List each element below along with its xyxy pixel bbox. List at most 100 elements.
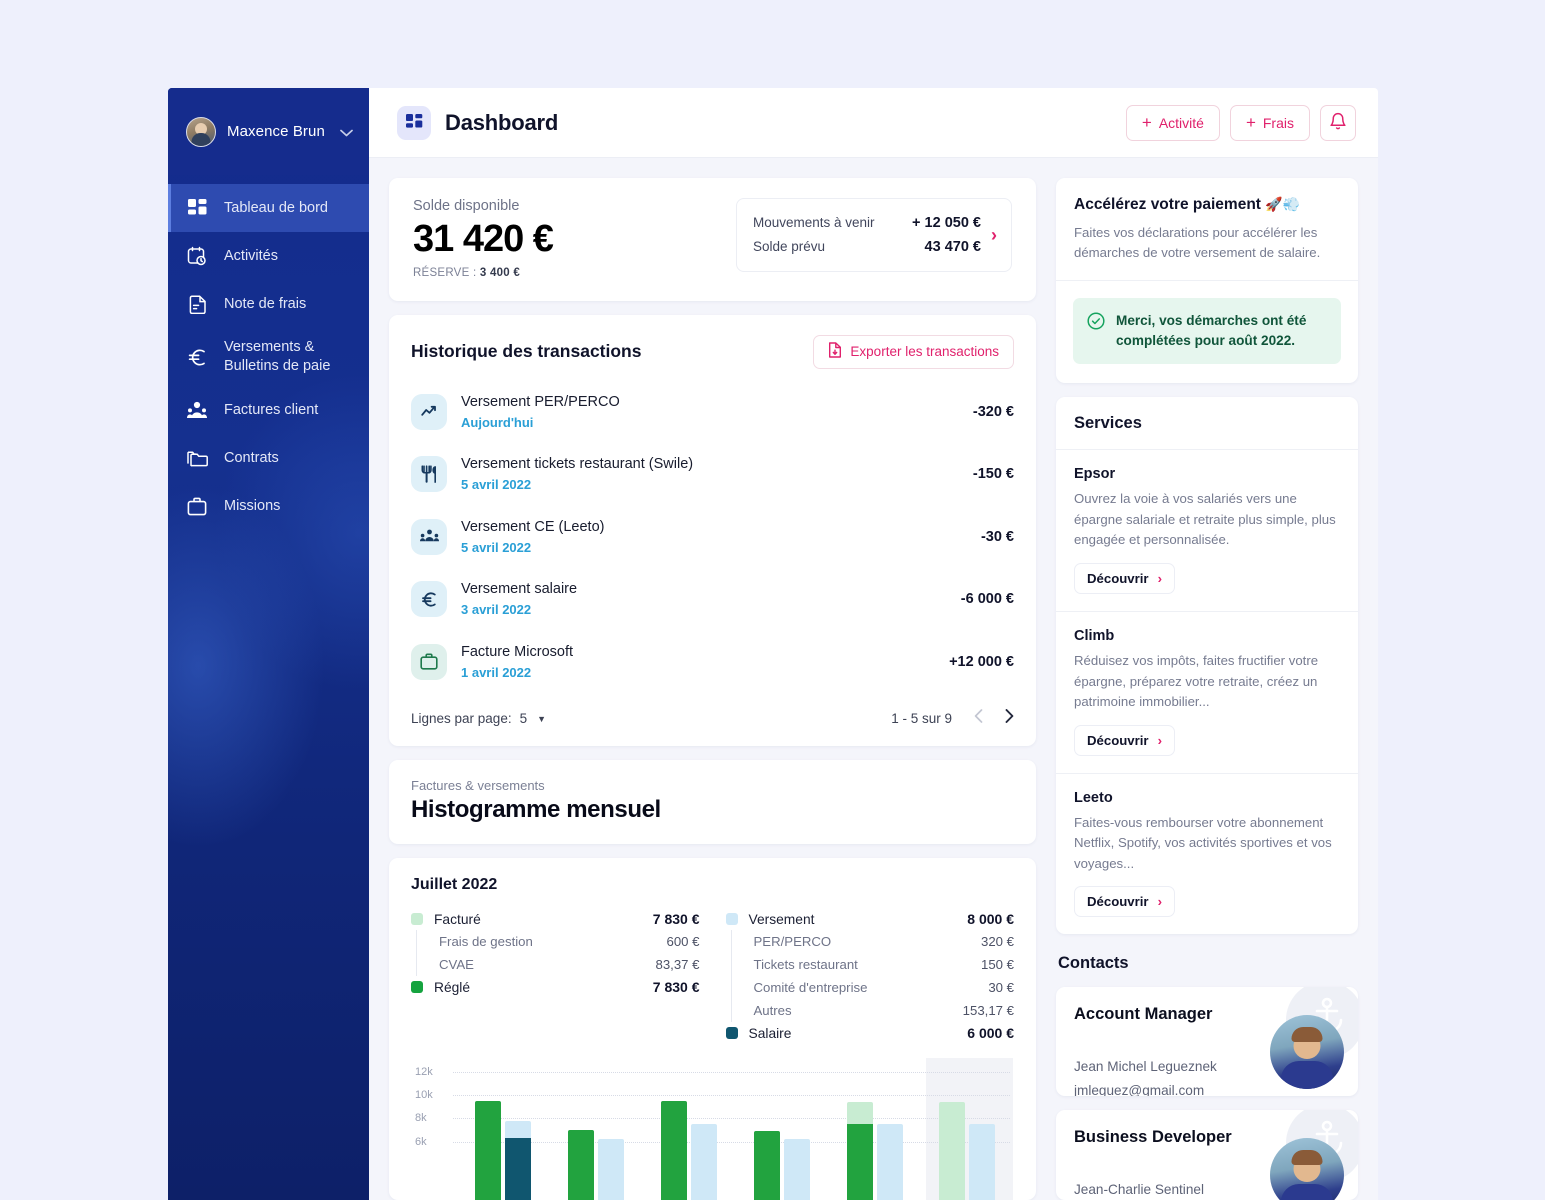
transactions-card: Historique des transactions Exporter les… <box>389 314 1036 747</box>
contact-role: Business Developer <box>1074 1128 1232 1146</box>
contact-role: Account Manager <box>1074 1005 1213 1024</box>
transaction-date: Aujourd'hui <box>461 414 534 430</box>
legend-sub-label: Comité d'entreprise <box>753 980 868 996</box>
sidebar-item-missions[interactable]: Missions <box>168 482 369 530</box>
sidebar-item-note-de-frais[interactable]: Note de frais <box>168 280 369 328</box>
discover-button[interactable]: Découvrir › <box>1074 886 1175 918</box>
chart-bar-invoiced <box>660 1101 687 1200</box>
euro-icon <box>186 346 208 368</box>
discover-label: Découvrir <box>1087 894 1149 910</box>
table-row[interactable]: Versement PER/PERCO Aujourd'hui -320 € <box>411 381 1014 444</box>
forecast-box[interactable]: Mouvements à venir + 12 050 € Solde prév… <box>736 198 1012 272</box>
upcoming-row: Mouvements à venir + 12 050 € <box>753 211 981 235</box>
chevron-left-icon[interactable] <box>974 709 983 728</box>
legend-sub-label: Frais de gestion <box>439 934 533 950</box>
avatar <box>186 116 216 147</box>
topbar: Dashboard + Activité + Frais <box>369 88 1378 158</box>
sidebar-item-factures-client[interactable]: Factures client <box>168 386 369 434</box>
table-row[interactable]: Versement salaire 3 avril 2022 -6 000 € <box>411 568 1014 631</box>
transaction-name: Versement salaire <box>461 581 578 598</box>
chart-bar-group <box>846 1101 903 1200</box>
table-row[interactable]: Versement CE (Leeto) 5 avril 2022 -30 € <box>411 506 1014 569</box>
check-circle-icon <box>1087 312 1105 335</box>
histogram-chart: 6k 8k 10k 12k <box>411 1058 1014 1200</box>
chart-bar-settled <box>568 1129 595 1200</box>
add-expense-button[interactable]: + Frais <box>1229 104 1310 141</box>
right-column: Accélérez votre paiement 🚀💨 Faites vos d… <box>1056 178 1358 1200</box>
legend-sub-value: 150 € <box>980 957 1014 973</box>
chart-bar-group <box>660 1101 717 1200</box>
legend-swatch-regle <box>411 981 423 994</box>
legend-sub-value: 320 € <box>980 934 1014 950</box>
transactions-title: Historique des transactions <box>411 341 642 362</box>
services-title: Services <box>1056 397 1358 451</box>
service-description: Faites-vous rembourser votre abonnement … <box>1074 814 1332 871</box>
chevron-down-icon: ▼ <box>537 713 547 724</box>
rocket-emoji-icon: 🚀💨 <box>1265 196 1301 212</box>
sidebar-item-versements-bulletins[interactable]: Versements & Bulletins de paie <box>168 328 369 386</box>
transactions-footer: Lignes par page: 5 ▼ 1 - 5 sur 9 <box>389 693 1036 746</box>
chart-bar-group <box>475 1101 532 1200</box>
transaction-name: Versement CE (Leeto) <box>461 518 605 535</box>
sidebar-user-menu[interactable]: Maxence Brun <box>168 88 369 175</box>
contact-email[interactable]: jmleguez@gmail.com <box>1074 1079 1340 1096</box>
transaction-amount: -6 000 € <box>960 591 1014 608</box>
legend-sub-value: 153,17 € <box>962 1003 1014 1019</box>
discover-button[interactable]: Découvrir › <box>1074 562 1175 594</box>
plus-icon: + <box>1245 113 1256 132</box>
legend-sub-label: PER/PERCO <box>753 934 832 950</box>
chevron-right-icon[interactable]: › <box>991 225 997 246</box>
chart-bar-payment <box>783 1139 810 1200</box>
calendar-clock-icon <box>186 245 208 267</box>
rows-per-page-select[interactable]: 5 ▼ <box>520 711 546 726</box>
service-name: Climb <box>1074 627 1115 644</box>
transaction-text: Facture Microsoft 1 avril 2022 <box>461 642 949 683</box>
chart-bar-salary <box>505 1138 532 1200</box>
service-name: Leeto <box>1074 789 1113 806</box>
forecast-row: Solde prévu 43 470 € <box>753 235 981 259</box>
chevron-right-icon: › <box>1157 570 1162 586</box>
topbar-actions: + Activité + Frais <box>1125 104 1356 141</box>
legend-item: Salaire 6 000 € <box>725 1022 1014 1044</box>
briefcase-icon <box>411 643 447 680</box>
chart-bar-payment <box>505 1120 532 1200</box>
transactions-header: Historique des transactions Exporter les… <box>389 315 1036 373</box>
add-expense-label: Frais <box>1262 114 1294 131</box>
chart-bar-group <box>753 1131 810 1200</box>
sidebar-item-tableau-de-bord[interactable]: Tableau de bord <box>168 184 369 232</box>
rows-per-page-value: 5 <box>519 711 528 727</box>
status-text: Merci, vos démarches ont été complétées … <box>1116 312 1307 349</box>
legend-value: 7 830 € <box>652 979 700 996</box>
forecast-value: 43 470 € <box>924 239 981 255</box>
forecast-rows: Mouvements à venir + 12 050 € Solde prév… <box>753 211 981 259</box>
service-name: Epsor <box>1074 466 1116 483</box>
reserve-label: RÉSERVE : <box>413 266 477 279</box>
legend-label: Réglé <box>434 979 471 995</box>
legend-item: Facturé 7 830 € <box>411 908 700 930</box>
chevron-right-icon[interactable] <box>1005 709 1014 728</box>
balance-amount: 31 420 € <box>413 218 554 260</box>
discover-button[interactable]: Découvrir › <box>1074 724 1175 756</box>
chevron-down-icon[interactable] <box>340 124 353 140</box>
legend-swatch-salaire <box>725 1027 738 1040</box>
table-row[interactable]: Versement tickets restaurant (Swile) 5 a… <box>411 443 1014 506</box>
contact-card-account-manager: Account Manager Jean Michel Legueznek jm… <box>1056 987 1358 1096</box>
legend-subitem: PER/PERCO 320 € <box>754 930 1015 953</box>
legend-sub-label: CVAE <box>439 957 474 973</box>
chart-bar-invoiced <box>939 1101 966 1200</box>
add-activity-button[interactable]: + Activité <box>1125 104 1220 141</box>
export-transactions-button[interactable]: Exporter les transactions <box>813 334 1014 369</box>
add-activity-label: Activité <box>1158 114 1204 131</box>
chart-bar-group <box>939 1101 996 1200</box>
legend-sublist: PER/PERCO 320 € Tickets restaurant 150 €… <box>730 930 1015 1023</box>
sidebar-item-contrats[interactable]: Contrats <box>168 434 369 482</box>
legend-subitem: Frais de gestion 600 € <box>439 930 700 953</box>
sidebar-item-activites[interactable]: Activités <box>168 232 369 280</box>
chart-y-tick-label: 6k <box>415 1135 427 1148</box>
transaction-text: Versement tickets restaurant (Swile) 5 a… <box>461 454 973 495</box>
notifications-button[interactable] <box>1320 104 1356 141</box>
table-row[interactable]: Facture Microsoft 1 avril 2022 +12 000 € <box>411 631 1014 694</box>
legend-value: 8 000 € <box>967 911 1014 928</box>
sidebar-item-label: Contrats <box>224 449 279 466</box>
legend-label: Facturé <box>434 911 481 927</box>
